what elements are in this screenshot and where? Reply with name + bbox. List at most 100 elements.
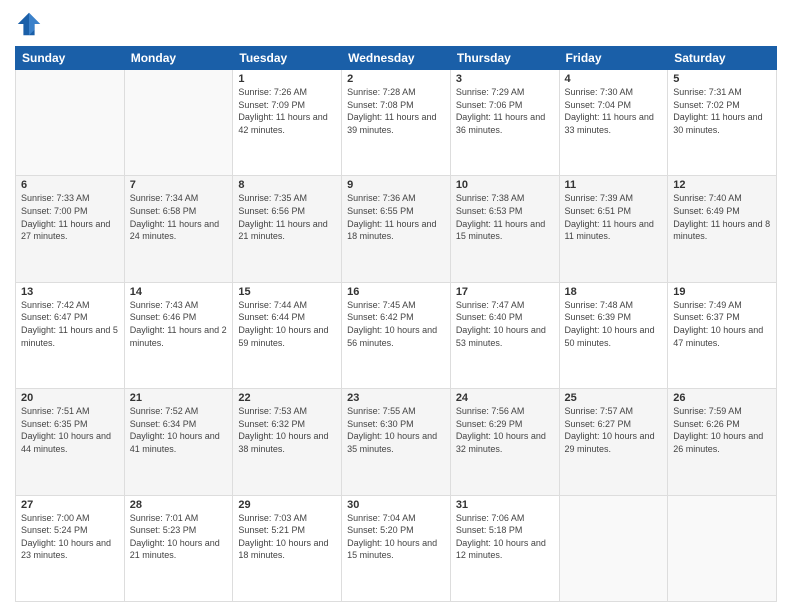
daylight-text: Daylight: 10 hours and 50 minutes. bbox=[565, 324, 663, 349]
sunset-text: Sunset: 6:40 PM bbox=[456, 311, 554, 324]
day-number: 17 bbox=[456, 286, 554, 298]
sunset-text: Sunset: 5:18 PM bbox=[456, 524, 554, 537]
sunrise-text: Sunrise: 7:51 AM bbox=[21, 405, 119, 418]
daylight-text: Daylight: 11 hours and 11 minutes. bbox=[565, 218, 663, 243]
calendar-cell bbox=[124, 70, 233, 176]
day-number: 19 bbox=[673, 286, 771, 298]
daylight-text: Daylight: 11 hours and 21 minutes. bbox=[238, 218, 336, 243]
sunset-text: Sunset: 6:37 PM bbox=[673, 311, 771, 324]
daylight-text: Daylight: 10 hours and 56 minutes. bbox=[347, 324, 445, 349]
header bbox=[15, 10, 777, 38]
calendar-cell bbox=[668, 495, 777, 601]
day-info: Sunrise: 7:52 AMSunset: 6:34 PMDaylight:… bbox=[130, 405, 228, 455]
sunset-text: Sunset: 5:20 PM bbox=[347, 524, 445, 537]
day-number: 10 bbox=[456, 179, 554, 191]
sunrise-text: Sunrise: 7:00 AM bbox=[21, 512, 119, 525]
sunrise-text: Sunrise: 7:28 AM bbox=[347, 86, 445, 99]
day-number: 8 bbox=[238, 179, 336, 191]
sunrise-text: Sunrise: 7:04 AM bbox=[347, 512, 445, 525]
header-row: Sunday Monday Tuesday Wednesday Thursday… bbox=[16, 47, 777, 70]
sunset-text: Sunset: 6:51 PM bbox=[565, 205, 663, 218]
day-number: 18 bbox=[565, 286, 663, 298]
day-number: 27 bbox=[21, 499, 119, 511]
daylight-text: Daylight: 10 hours and 12 minutes. bbox=[456, 537, 554, 562]
daylight-text: Daylight: 11 hours and 33 minutes. bbox=[565, 111, 663, 136]
day-info: Sunrise: 7:48 AMSunset: 6:39 PMDaylight:… bbox=[565, 299, 663, 349]
day-info: Sunrise: 7:29 AMSunset: 7:06 PMDaylight:… bbox=[456, 86, 554, 136]
calendar-cell: 25Sunrise: 7:57 AMSunset: 6:27 PMDayligh… bbox=[559, 389, 668, 495]
daylight-text: Daylight: 10 hours and 26 minutes. bbox=[673, 430, 771, 455]
daylight-text: Daylight: 10 hours and 47 minutes. bbox=[673, 324, 771, 349]
sunset-text: Sunset: 7:04 PM bbox=[565, 99, 663, 112]
day-info: Sunrise: 7:01 AMSunset: 5:23 PMDaylight:… bbox=[130, 512, 228, 562]
sunrise-text: Sunrise: 7:42 AM bbox=[21, 299, 119, 312]
sunset-text: Sunset: 6:49 PM bbox=[673, 205, 771, 218]
day-info: Sunrise: 7:57 AMSunset: 6:27 PMDaylight:… bbox=[565, 405, 663, 455]
sunrise-text: Sunrise: 7:38 AM bbox=[456, 192, 554, 205]
day-info: Sunrise: 7:30 AMSunset: 7:04 PMDaylight:… bbox=[565, 86, 663, 136]
sunrise-text: Sunrise: 7:39 AM bbox=[565, 192, 663, 205]
calendar-cell: 1Sunrise: 7:26 AMSunset: 7:09 PMDaylight… bbox=[233, 70, 342, 176]
calendar-week-2: 13Sunrise: 7:42 AMSunset: 6:47 PMDayligh… bbox=[16, 282, 777, 388]
sunrise-text: Sunrise: 7:44 AM bbox=[238, 299, 336, 312]
day-info: Sunrise: 7:40 AMSunset: 6:49 PMDaylight:… bbox=[673, 192, 771, 242]
calendar-table: Sunday Monday Tuesday Wednesday Thursday… bbox=[15, 46, 777, 602]
daylight-text: Daylight: 10 hours and 21 minutes. bbox=[130, 537, 228, 562]
day-info: Sunrise: 7:28 AMSunset: 7:08 PMDaylight:… bbox=[347, 86, 445, 136]
page: Sunday Monday Tuesday Wednesday Thursday… bbox=[0, 0, 792, 612]
daylight-text: Daylight: 11 hours and 8 minutes. bbox=[673, 218, 771, 243]
sunrise-text: Sunrise: 7:01 AM bbox=[130, 512, 228, 525]
daylight-text: Daylight: 11 hours and 27 minutes. bbox=[21, 218, 119, 243]
day-number: 21 bbox=[130, 392, 228, 404]
sunset-text: Sunset: 6:58 PM bbox=[130, 205, 228, 218]
daylight-text: Daylight: 11 hours and 42 minutes. bbox=[238, 111, 336, 136]
day-number: 6 bbox=[21, 179, 119, 191]
sunset-text: Sunset: 6:29 PM bbox=[456, 418, 554, 431]
day-number: 15 bbox=[238, 286, 336, 298]
calendar-cell: 17Sunrise: 7:47 AMSunset: 6:40 PMDayligh… bbox=[450, 282, 559, 388]
sunrise-text: Sunrise: 7:47 AM bbox=[456, 299, 554, 312]
col-thursday: Thursday bbox=[450, 47, 559, 70]
sunrise-text: Sunrise: 7:53 AM bbox=[238, 405, 336, 418]
calendar-cell: 28Sunrise: 7:01 AMSunset: 5:23 PMDayligh… bbox=[124, 495, 233, 601]
daylight-text: Daylight: 11 hours and 24 minutes. bbox=[130, 218, 228, 243]
day-info: Sunrise: 7:49 AMSunset: 6:37 PMDaylight:… bbox=[673, 299, 771, 349]
sunset-text: Sunset: 6:44 PM bbox=[238, 311, 336, 324]
sunrise-text: Sunrise: 7:59 AM bbox=[673, 405, 771, 418]
daylight-text: Daylight: 11 hours and 18 minutes. bbox=[347, 218, 445, 243]
col-monday: Monday bbox=[124, 47, 233, 70]
sunrise-text: Sunrise: 7:49 AM bbox=[673, 299, 771, 312]
sunset-text: Sunset: 6:30 PM bbox=[347, 418, 445, 431]
calendar-cell: 18Sunrise: 7:48 AMSunset: 6:39 PMDayligh… bbox=[559, 282, 668, 388]
day-info: Sunrise: 7:36 AMSunset: 6:55 PMDaylight:… bbox=[347, 192, 445, 242]
sunset-text: Sunset: 6:56 PM bbox=[238, 205, 336, 218]
day-number: 11 bbox=[565, 179, 663, 191]
daylight-text: Daylight: 11 hours and 2 minutes. bbox=[130, 324, 228, 349]
sunrise-text: Sunrise: 7:36 AM bbox=[347, 192, 445, 205]
day-number: 16 bbox=[347, 286, 445, 298]
calendar-cell: 7Sunrise: 7:34 AMSunset: 6:58 PMDaylight… bbox=[124, 176, 233, 282]
sunrise-text: Sunrise: 7:34 AM bbox=[130, 192, 228, 205]
sunset-text: Sunset: 6:39 PM bbox=[565, 311, 663, 324]
calendar-cell: 29Sunrise: 7:03 AMSunset: 5:21 PMDayligh… bbox=[233, 495, 342, 601]
day-number: 25 bbox=[565, 392, 663, 404]
calendar-cell: 26Sunrise: 7:59 AMSunset: 6:26 PMDayligh… bbox=[668, 389, 777, 495]
day-number: 5 bbox=[673, 73, 771, 85]
calendar-cell: 4Sunrise: 7:30 AMSunset: 7:04 PMDaylight… bbox=[559, 70, 668, 176]
calendar-cell: 21Sunrise: 7:52 AMSunset: 6:34 PMDayligh… bbox=[124, 389, 233, 495]
sunset-text: Sunset: 7:08 PM bbox=[347, 99, 445, 112]
calendar-week-1: 6Sunrise: 7:33 AMSunset: 7:00 PMDaylight… bbox=[16, 176, 777, 282]
sunset-text: Sunset: 6:42 PM bbox=[347, 311, 445, 324]
sunset-text: Sunset: 6:26 PM bbox=[673, 418, 771, 431]
daylight-text: Daylight: 10 hours and 18 minutes. bbox=[238, 537, 336, 562]
sunset-text: Sunset: 7:02 PM bbox=[673, 99, 771, 112]
sunrise-text: Sunrise: 7:31 AM bbox=[673, 86, 771, 99]
col-friday: Friday bbox=[559, 47, 668, 70]
calendar-cell: 3Sunrise: 7:29 AMSunset: 7:06 PMDaylight… bbox=[450, 70, 559, 176]
sunrise-text: Sunrise: 7:06 AM bbox=[456, 512, 554, 525]
daylight-text: Daylight: 10 hours and 44 minutes. bbox=[21, 430, 119, 455]
day-number: 4 bbox=[565, 73, 663, 85]
day-number: 3 bbox=[456, 73, 554, 85]
sunset-text: Sunset: 6:34 PM bbox=[130, 418, 228, 431]
day-info: Sunrise: 7:44 AMSunset: 6:44 PMDaylight:… bbox=[238, 299, 336, 349]
